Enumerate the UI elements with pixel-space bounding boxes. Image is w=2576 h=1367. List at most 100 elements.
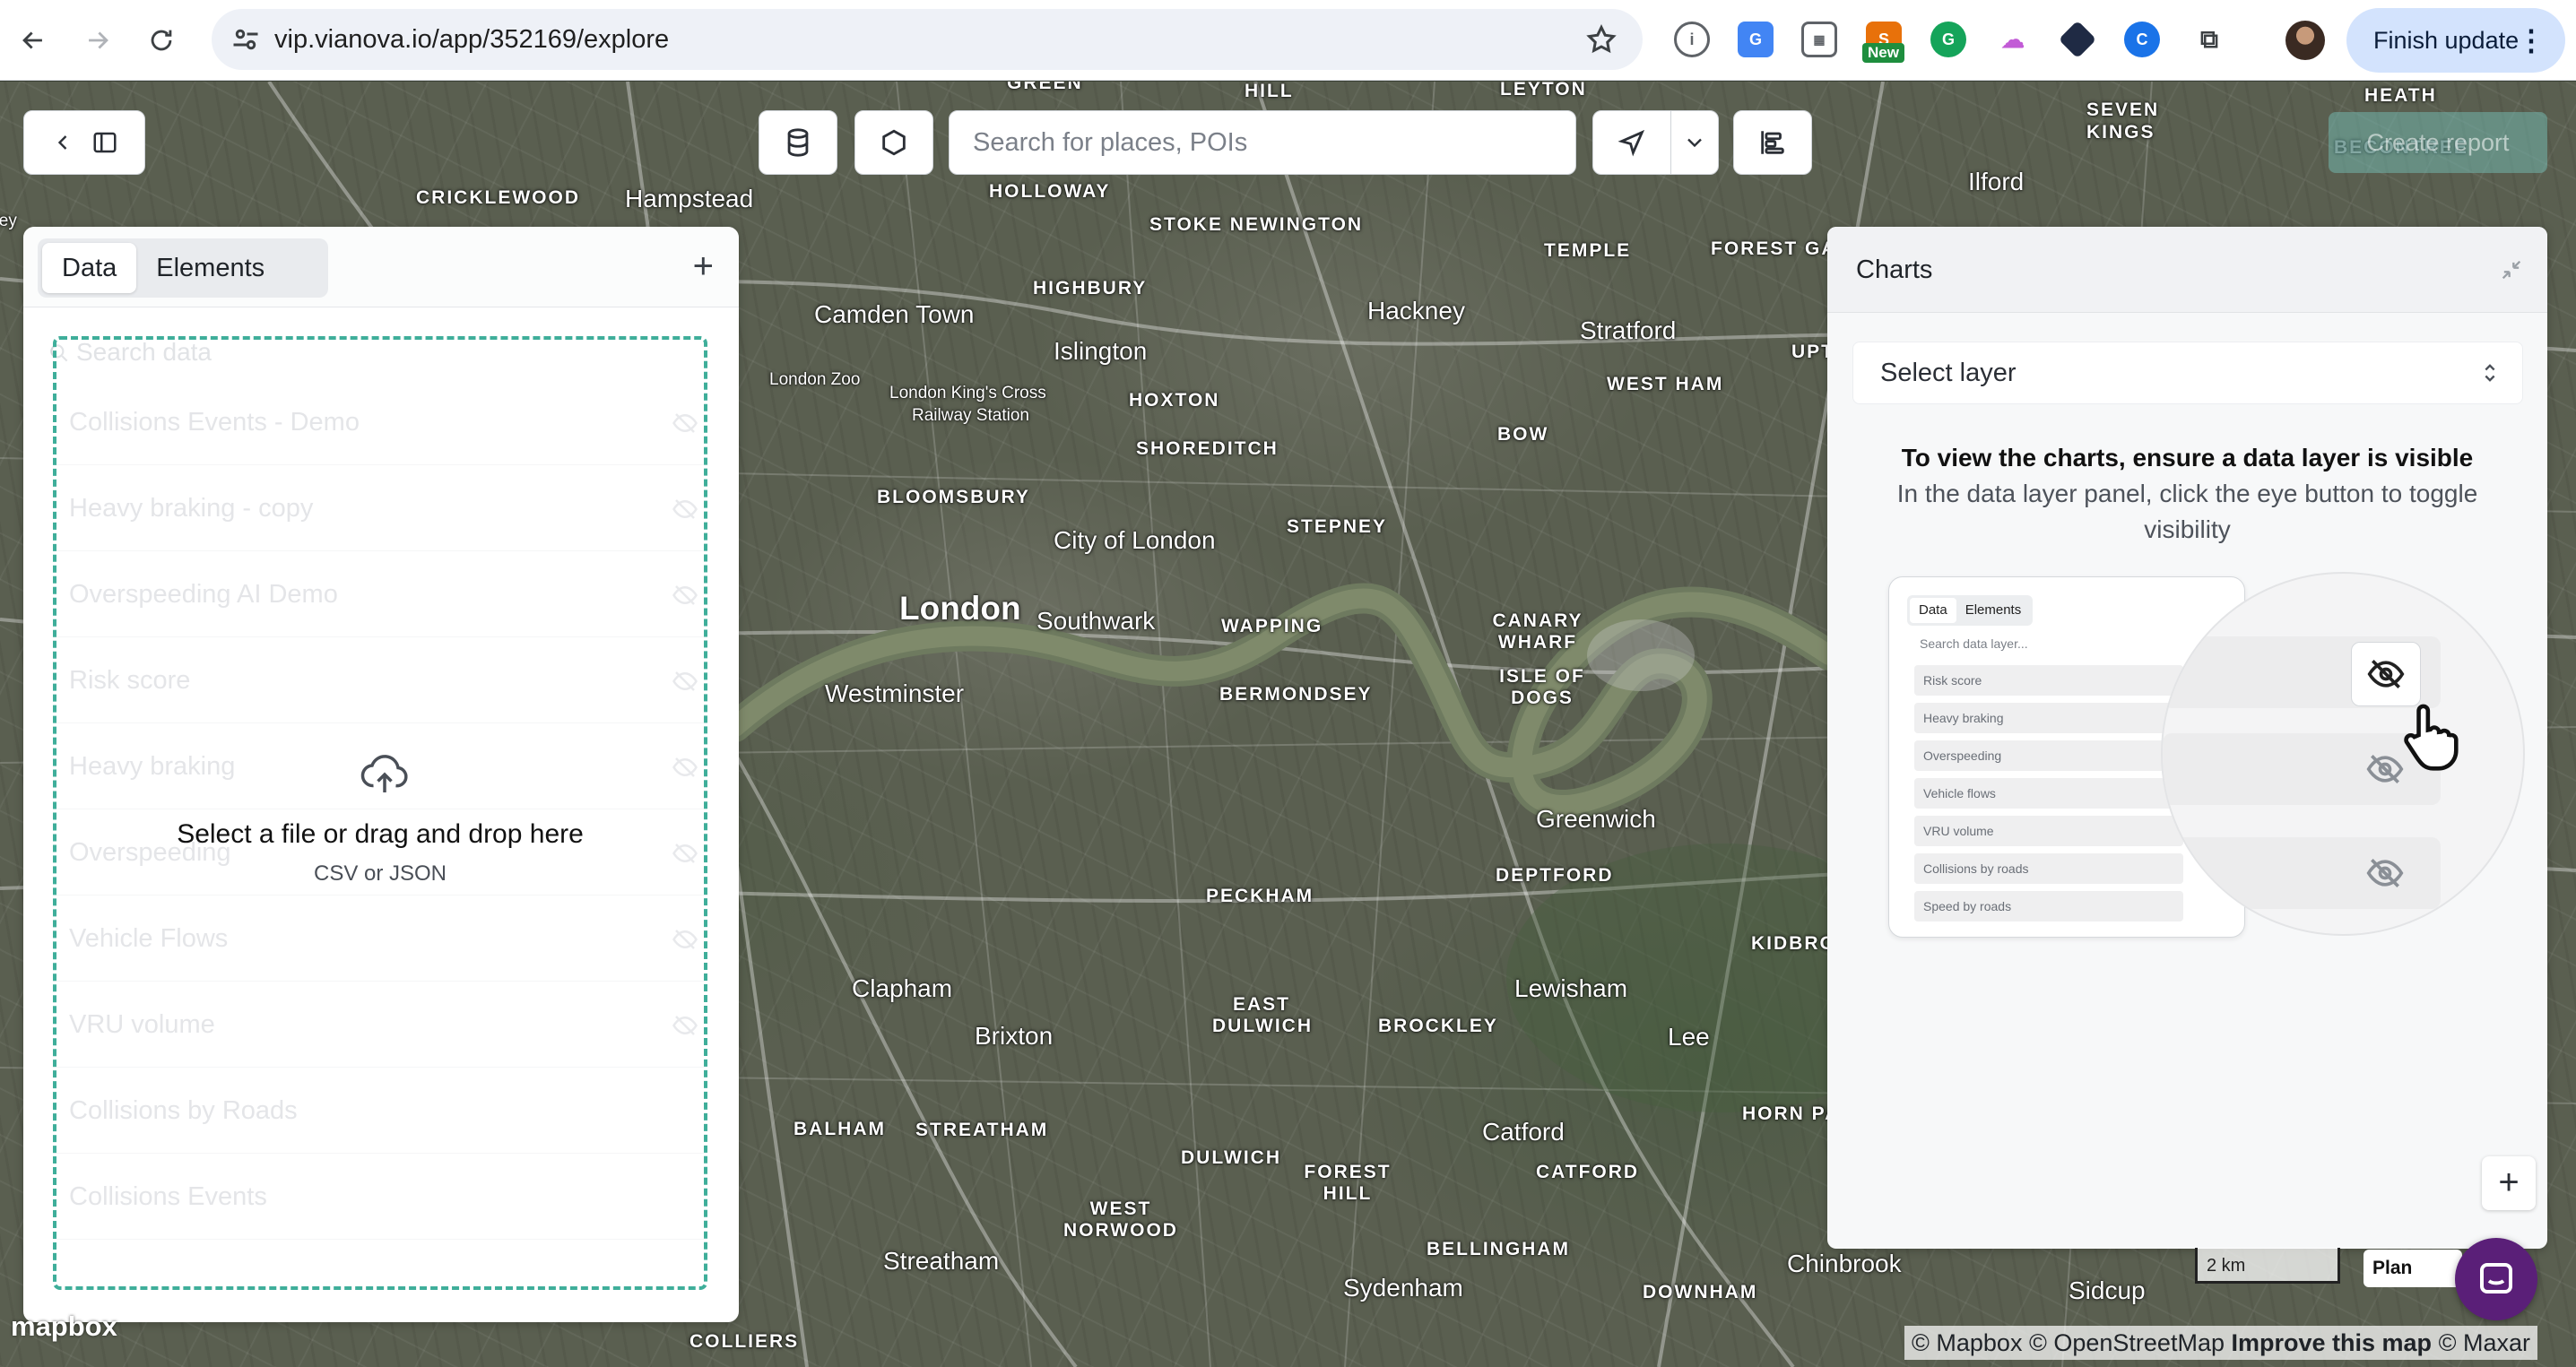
- basemap-plan-toggle[interactable]: Plan: [2364, 1250, 2462, 1287]
- extension-grammarly-icon[interactable]: G: [1930, 22, 1966, 57]
- place-label: Ilford: [1968, 168, 2025, 195]
- attribution-mapbox[interactable]: © Mapbox: [1912, 1329, 2022, 1356]
- forward-button[interactable]: [75, 18, 120, 63]
- area-label: SHOREDITCH: [1136, 438, 1279, 459]
- eye-off-icon: [2366, 859, 2404, 887]
- place-label: Hampstead: [625, 185, 754, 212]
- finish-update-button[interactable]: Finish update ⋮: [2346, 8, 2565, 73]
- database-icon: [787, 128, 809, 157]
- sidebar-icon: [93, 132, 117, 153]
- area-label: WEST HAM: [1607, 374, 1724, 394]
- site-settings-icon[interactable]: [230, 23, 262, 56]
- back-button[interactable]: [11, 18, 56, 63]
- charts-panel: Charts Select layer To view the charts, …: [1827, 227, 2547, 1249]
- tab-data[interactable]: Data: [42, 243, 137, 293]
- area-label: BLOOMSBURY: [877, 487, 1030, 507]
- area-label: PECKHAM: [1206, 886, 1314, 906]
- place-label: Southwark: [1036, 607, 1156, 635]
- charts-message-title: To view the charts, ensure a data layer …: [1901, 444, 2474, 472]
- place-label: Westminster: [825, 679, 965, 707]
- place-label: Lee: [1668, 1023, 1710, 1051]
- select-tool-dropdown[interactable]: [1670, 110, 1719, 175]
- bookmark-star-icon[interactable]: [1585, 23, 1618, 56]
- place-label: Lewisham: [1514, 974, 1628, 1002]
- place-label: Camden Town: [814, 300, 975, 328]
- area-label: KINGS: [2086, 122, 2155, 143]
- mapbox-logo[interactable]: mapbox: [11, 1311, 117, 1343]
- dropzone-subtitle: CSV or JSON: [313, 861, 447, 886]
- place-label: Islington: [1054, 337, 1148, 365]
- chat-support-button[interactable]: [2455, 1238, 2537, 1320]
- tab-elements[interactable]: Elements: [136, 243, 284, 293]
- select-tool-button[interactable]: [1592, 110, 1671, 175]
- extension-shield-icon[interactable]: [2058, 20, 2097, 59]
- arrow-right-icon: [89, 31, 108, 49]
- area-label: STOKE NEWINGTON: [1149, 214, 1364, 235]
- eye-toggle-illustration: Data Elements Search data layer... Risk …: [1881, 572, 2525, 948]
- map-scale-bar: 2 km: [2195, 1248, 2340, 1284]
- place-search-input[interactable]: [973, 128, 1547, 158]
- area-label: EAST DULWICH: [1212, 994, 1313, 1036]
- add-chart-button[interactable]: +: [2482, 1156, 2536, 1210]
- hand-pointer-icon: [2404, 704, 2459, 771]
- dropzone-title: Select a file or drag and drop here: [177, 819, 584, 849]
- area-label: CRICKLEWOOD: [416, 187, 580, 208]
- poi-label: Railway Station: [912, 406, 1029, 425]
- minimize-icon[interactable]: [2499, 257, 2524, 282]
- charts-toggle-button[interactable]: [1733, 110, 1812, 175]
- address-bar[interactable]: vip.vianova.io/app/352169/explore: [212, 9, 1643, 70]
- place-label: Chinbrook: [1787, 1250, 1902, 1277]
- area-label: TEMPLE: [1544, 240, 1632, 261]
- place-search-box[interactable]: [949, 110, 1576, 175]
- cursor-arrow-icon: [1618, 129, 1645, 157]
- place-label: Sidcup: [2069, 1276, 2146, 1304]
- extension-qr-icon[interactable]: ▦: [1801, 22, 1837, 57]
- data-layers-button[interactable]: [759, 110, 837, 175]
- url-text[interactable]: vip.vianova.io/app/352169/explore: [274, 9, 669, 70]
- illustration-row: Collisions by roads: [1914, 853, 2183, 884]
- extension-password-icon[interactable]: i: [1674, 22, 1710, 57]
- area-label: ISLE OF DOGS: [1499, 666, 1585, 708]
- area-label: WAPPING: [1221, 616, 1323, 636]
- charts-panel-title: Charts: [1856, 255, 1933, 284]
- area-label: BERMONDSEY: [1219, 684, 1373, 705]
- add-data-button[interactable]: +: [693, 247, 714, 287]
- data-panel: Data Elements + Search data Collisions E…: [23, 227, 739, 1322]
- file-dropzone[interactable]: Select a file or drag and drop here CSV …: [53, 336, 707, 1290]
- attribution-maxar[interactable]: © Maxar: [2439, 1329, 2530, 1356]
- map-attribution: © Mapbox © OpenStreetMap Improve this ma…: [1904, 1326, 2537, 1360]
- profile-avatar[interactable]: [2285, 21, 2325, 60]
- illustration-tabs: Data Elements: [1907, 595, 2034, 626]
- browser-chrome: vip.vianova.io/app/352169/explore i G ▦ …: [0, 0, 2576, 81]
- area-label: STEPNEY: [1287, 516, 1388, 537]
- charts-panel-header: Charts: [1827, 227, 2547, 313]
- eye-off-icon: [2367, 660, 2405, 688]
- extension-translate-icon[interactable]: G: [1738, 22, 1774, 57]
- illustration-magnifier: [2161, 572, 2525, 936]
- area-label: SEVEN: [2086, 99, 2160, 120]
- place-label: Hackney: [1367, 297, 1465, 324]
- area-label: HIGHBURY: [1033, 278, 1148, 298]
- create-report-button[interactable]: Create report: [2329, 112, 2547, 173]
- more-vert-icon[interactable]: ⋮: [2517, 8, 2546, 73]
- extension-c-icon[interactable]: C: [2124, 22, 2160, 57]
- attribution-osm[interactable]: © OpenStreetMap: [2029, 1329, 2225, 1356]
- place-label: Greenwich: [1536, 805, 1656, 833]
- place-label: London: [899, 590, 1021, 627]
- improve-map-link[interactable]: Improve this map: [2232, 1329, 2433, 1356]
- panel-tabs: Data Elements: [38, 238, 328, 298]
- area-label: BROCKLEY: [1378, 1016, 1498, 1036]
- reload-button[interactable]: [139, 18, 184, 63]
- extension-cloud-icon[interactable]: ☁: [1995, 22, 2031, 57]
- chevron-left-icon: [57, 135, 67, 150]
- illustration-tab-elements: Elements: [1965, 602, 2022, 618]
- place-label: Stratford: [1580, 316, 1677, 344]
- polygon-tool-button[interactable]: [854, 110, 933, 175]
- chevron-down-icon: [1687, 138, 1702, 148]
- extensions-puzzle-icon[interactable]: ⧉: [2191, 22, 2227, 57]
- area-label: HOLLOWAY: [989, 181, 1111, 202]
- collapse-panel-button[interactable]: [23, 110, 145, 175]
- cloud-upload-icon: [360, 755, 408, 792]
- select-layer-dropdown[interactable]: Select layer: [1852, 342, 2523, 404]
- illustration-search: Search data layer...: [1920, 636, 2028, 651]
